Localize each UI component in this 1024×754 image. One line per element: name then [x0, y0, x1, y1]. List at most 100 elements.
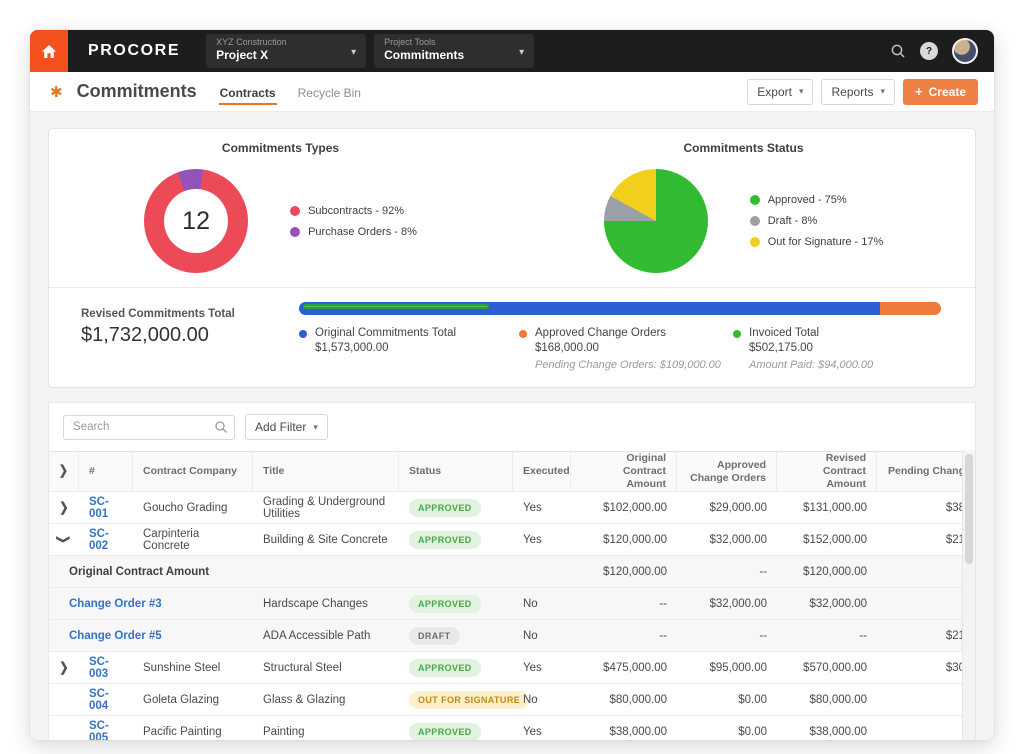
contract-number-link[interactable]: SC-004 [89, 688, 123, 712]
revised-amount-cell: -- [777, 620, 877, 651]
col-status: Status [399, 452, 513, 491]
legend-item: Draft - 8% [750, 215, 884, 227]
revised-amount-cell: $131,000.00 [777, 492, 877, 523]
search-input[interactable] [63, 415, 235, 440]
help-button[interactable]: ? [920, 42, 938, 60]
table-row: SC-005Pacific PaintingPaintingAPPROVEDYe… [49, 715, 975, 740]
table-row: ❯SC-002Carpinteria ConcreteBuilding & Si… [49, 523, 975, 555]
user-avatar[interactable] [952, 38, 978, 64]
pending-change-cell [877, 716, 975, 740]
change-order-link[interactable]: Change Order #3 [69, 598, 162, 610]
progress-bar-legend: Original Commitments Total $1,573,000.00 A… [299, 327, 941, 371]
contract-number-link[interactable]: SC-003 [89, 656, 123, 680]
app-window: PROCORE XYZ Construction Project X ▾ Pro… [30, 30, 994, 740]
page-header: ✱ Commitments Contracts Recycle Bin Expo… [30, 72, 994, 112]
legend-item: Purchase Orders - 8% [290, 226, 417, 238]
pending-change-cell [877, 684, 975, 715]
status-badge: APPROVED [409, 531, 481, 549]
reports-button[interactable]: Reports ▾ [821, 79, 895, 105]
legend-label: Approved - 75% [768, 194, 847, 206]
contract-number-link[interactable]: SC-005 [89, 720, 123, 740]
pending-change-cell: $38 [877, 492, 975, 523]
legend-amount: $168,000.00 [535, 342, 721, 354]
contract-number-link[interactable]: SC-001 [89, 496, 123, 520]
contract-number-link[interactable]: SC-002 [89, 528, 123, 552]
col-executed: Executed [513, 452, 571, 491]
summary-panel: Commitments Types 12 Subcontracts - 92%P… [48, 128, 976, 388]
change-order-link[interactable]: Change Order #5 [69, 630, 162, 642]
title-cell: Hardscape Changes [253, 588, 399, 619]
invoiced-total-segment [303, 304, 489, 309]
tool-picker-value: Commitments [384, 48, 464, 63]
table-scrollbar [962, 450, 975, 740]
pending-change-cell: $21 [877, 620, 975, 651]
title-cell: ADA Accessible Path [253, 620, 399, 651]
scrollbar-thumb[interactable] [965, 454, 973, 564]
pending-change-cell: $30 [877, 652, 975, 683]
executed-cell: Yes [513, 652, 571, 683]
executed-cell: Yes [513, 524, 571, 555]
status-legend: Approved - 75% Draft - 8% Out for Signatur… [750, 194, 884, 248]
approved-co-cell: $0.00 [677, 716, 777, 740]
legend-subtext: Amount Paid: $94,000.00 [749, 359, 873, 371]
home-button[interactable] [30, 30, 68, 72]
subtotal-label: Original Contract Amount [69, 566, 209, 578]
pending-change-cell [877, 556, 975, 587]
approved-co-cell: $29,000.00 [677, 492, 777, 523]
legend-label: Draft - 8% [768, 215, 818, 227]
col-original-contract-amount: Original Contract Amount [571, 452, 677, 491]
subtotal-row: Original Contract Amount$120,000.00--$12… [49, 555, 975, 587]
bar-legend-item: Invoiced Total$502,175.00Amount Paid: $9… [733, 327, 873, 371]
legend-label: Subcontracts - 92% [308, 205, 404, 217]
legend-amount: $1,573,000.00 [315, 342, 456, 354]
table-row: ❯SC-001Goucho GradingGrading & Undergrou… [49, 491, 975, 523]
chart-title: Commitments Status [512, 141, 975, 155]
project-picker[interactable]: XYZ Construction Project X ▾ [206, 34, 366, 68]
col-approved-change-orders: Approved Change Orders [677, 452, 777, 491]
legend-dot [519, 330, 527, 338]
contract-company-cell: Goleta Glazing [133, 684, 253, 715]
legend-label: Out for Signature - 17% [768, 236, 884, 248]
status-badge: DRAFT [409, 627, 460, 645]
status-badge: OUT FOR SIGNATURE [409, 691, 529, 709]
contracts-table: ❯ # Contract Company Title Status Execut… [49, 451, 975, 740]
revised-total-label: Revised Commitments Total [81, 308, 299, 320]
search-icon[interactable] [890, 43, 906, 59]
export-button-label: Export [757, 85, 792, 99]
executed-cell [513, 556, 571, 587]
commitments-status-chart: Commitments Status Approved - 75% Draft -… [512, 129, 975, 287]
expand-toggle[interactable]: ❯ [56, 535, 72, 544]
expand-toggle[interactable]: ❯ [59, 500, 68, 516]
original-amount-cell: $475,000.00 [571, 652, 677, 683]
executed-cell: Yes [513, 716, 571, 740]
contract-company-cell: Carpinteria Concrete [133, 524, 253, 555]
title-cell: Glass & Glazing [253, 684, 399, 715]
approved-co-cell: $0.00 [677, 684, 777, 715]
export-button[interactable]: Export ▾ [747, 79, 813, 105]
original-amount-cell: $80,000.00 [571, 684, 677, 715]
legend-dot [299, 330, 307, 338]
expand-all-header[interactable]: ❯ [49, 452, 79, 491]
chevron-down-icon: ▾ [519, 47, 524, 58]
legend-label: Purchase Orders - 8% [308, 226, 417, 238]
original-amount-cell: $120,000.00 [571, 556, 677, 587]
add-filter-button[interactable]: Add Filter ▾ [245, 414, 328, 440]
home-icon [41, 44, 57, 59]
types-legend: Subcontracts - 92% Purchase Orders - 8% [290, 205, 417, 238]
types-donut-chart: 12 [144, 169, 248, 273]
chevron-right-icon: ❯ [59, 463, 68, 480]
legend-name: Original Commitments Total [315, 327, 456, 339]
status-badge: APPROVED [409, 499, 481, 517]
add-filter-label: Add Filter [255, 420, 306, 434]
expand-toggle[interactable]: ❯ [59, 660, 68, 676]
revised-amount-cell: $38,000.00 [777, 716, 877, 740]
approved-co-cell: -- [677, 620, 777, 651]
col-title: Title [253, 452, 399, 491]
chevron-down-icon: ▾ [351, 47, 356, 58]
legend-dot [733, 330, 741, 338]
create-button[interactable]: + Create [903, 79, 978, 105]
tab-contracts[interactable]: Contracts [219, 74, 277, 109]
tab-recycle-bin[interactable]: Recycle Bin [297, 74, 362, 109]
tool-picker[interactable]: Project Tools Commitments ▾ [374, 34, 534, 68]
approved-co-cell: $95,000.00 [677, 652, 777, 683]
